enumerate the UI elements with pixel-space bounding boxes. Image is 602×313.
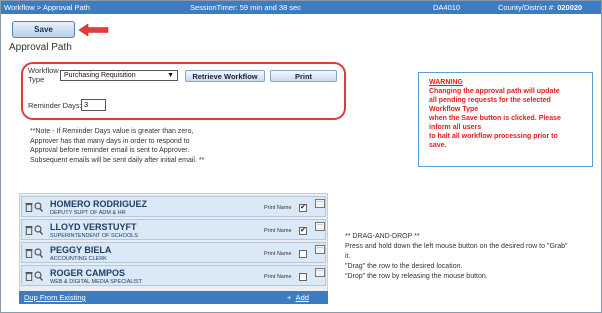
workflow-type-label-line2: Type (28, 75, 45, 84)
print-name-checkbox[interactable] (299, 250, 307, 258)
warning-line: Changing the approval path will update (429, 88, 560, 95)
more-icon[interactable]: ··· (315, 245, 325, 254)
workflow-type-select[interactable]: Purchasing Requisition ▼ (60, 70, 178, 81)
approver-title: SUPERINTENDENT OF SCHOOLS (50, 233, 138, 239)
print-name-checkbox[interactable]: ✔ (299, 227, 307, 235)
dnd-title: ** DRAG-AND-DROP ** (345, 233, 420, 240)
top-bar: Workflow > Approval Path SessionTimer: 5… (1, 1, 601, 14)
row-icons (25, 225, 45, 236)
print-name-checkbox[interactable]: ✔ (299, 204, 307, 212)
print-name-checkbox[interactable] (299, 273, 307, 281)
district-label: County/District #: (498, 3, 556, 12)
row-icons (25, 271, 45, 282)
trash-icon[interactable] (25, 271, 33, 281)
reminder-note: **Note - If Reminder Days value is great… (30, 127, 330, 165)
screen-code: DA4010 (433, 3, 461, 12)
dup-from-existing-link[interactable]: Dup From Existing (24, 293, 86, 302)
print-name-label: Print Name (264, 274, 292, 280)
arrow-left-icon (79, 24, 109, 36)
note-line: Approver has that many days in order to … (30, 137, 190, 145)
retrieve-workflow-button[interactable]: Retrieve Workflow (185, 70, 265, 82)
plus-icon: + (287, 293, 292, 302)
dnd-line: it. (345, 253, 351, 260)
warning-line: when the Save button is clicked. Please (429, 115, 561, 122)
warning-line: all pending requests for the selected (429, 97, 551, 104)
approver-name: HOMERO RODRIGUEZ (50, 199, 148, 209)
session-timer: SessionTimer: 59 min and 38 sec (190, 3, 302, 12)
print-name-label: Print Name (264, 228, 292, 234)
print-button[interactable]: Print (270, 70, 337, 82)
workflow-type-label-line1: Workflow (28, 66, 59, 75)
workflow-type-label: Workflow Type (28, 66, 59, 84)
search-icon[interactable] (34, 202, 43, 212)
note-line: **Note - If Reminder Days value is great… (30, 128, 194, 135)
warning-line: to halt all workflow processing prior to (429, 133, 558, 140)
dnd-line: "Drag" the row to the desired location. (345, 263, 463, 270)
note-line: Subsequent emails will be sent daily aft… (30, 156, 205, 164)
chevron-down-icon: ▼ (167, 72, 174, 79)
more-icon[interactable]: ··· (315, 268, 325, 277)
warning-line: save. (429, 142, 447, 149)
row-icons (25, 202, 45, 213)
list-footer: Dup From Existing + Add (19, 291, 328, 304)
trash-icon[interactable] (25, 225, 33, 235)
search-icon[interactable] (34, 248, 43, 258)
district-value: 020020 (557, 3, 583, 12)
warning-line: inform all users (429, 124, 482, 131)
trash-icon[interactable] (25, 202, 33, 212)
approver-row[interactable]: LLOYD VERSTUYFT SUPERINTENDENT OF SCHOOL… (21, 219, 326, 240)
dnd-line: Press and hold down the left mouse butto… (345, 243, 568, 250)
more-icon[interactable]: ··· (315, 222, 325, 231)
drag-drop-help: ** DRAG-AND-DROP ** Press and hold down … (345, 232, 595, 282)
search-icon[interactable] (34, 271, 43, 281)
approver-name: PEGGY BIELA (50, 245, 112, 255)
approver-list: HOMERO RODRIGUEZ DEPUTY SUPT OF ADM & HR… (19, 193, 328, 303)
add-link[interactable]: + Add (287, 293, 309, 302)
approver-name: ROGER CAMPOS (50, 268, 126, 278)
more-icon[interactable]: ··· (315, 199, 325, 208)
approver-title: WEB & DIGITAL MEDIA SPECIALIST (50, 279, 142, 285)
breadcrumb: Workflow > Approval Path (4, 3, 90, 12)
print-name-label: Print Name (264, 205, 292, 211)
warning-title: WARNING (429, 79, 463, 86)
save-button[interactable]: Save (12, 21, 75, 38)
approver-row[interactable]: HOMERO RODRIGUEZ DEPUTY SUPT OF ADM & HR… (21, 196, 326, 217)
approver-row[interactable]: PEGGY BIELA ACCOUNTING CLERK Print Name … (21, 242, 326, 263)
district-info: County/District #: 020020 (498, 3, 582, 12)
reminder-days-label: Reminder Days: (28, 101, 82, 110)
approver-name: LLOYD VERSTUYFT (50, 222, 137, 232)
approver-title: DEPUTY SUPT OF ADM & HR (50, 210, 126, 216)
reminder-days-input[interactable]: 3 (81, 99, 106, 111)
page-title: Approval Path (9, 42, 72, 53)
note-line: Approval before reminder email is sent t… (30, 147, 190, 155)
workflow-type-value: Purchasing Requisition (64, 72, 136, 79)
approver-row[interactable]: ROGER CAMPOS WEB & DIGITAL MEDIA SPECIAL… (21, 265, 326, 286)
approver-title: ACCOUNTING CLERK (50, 256, 107, 262)
print-name-label: Print Name (264, 251, 292, 257)
warning-box: WARNING Changing the approval path will … (418, 72, 593, 167)
row-icons (25, 248, 45, 259)
warning-line: Workflow Type (429, 106, 479, 113)
trash-icon[interactable] (25, 248, 33, 258)
add-label: Add (295, 293, 309, 302)
dnd-line: "Drop" the row by releasing the mouse bu… (345, 273, 488, 280)
search-icon[interactable] (34, 225, 43, 235)
